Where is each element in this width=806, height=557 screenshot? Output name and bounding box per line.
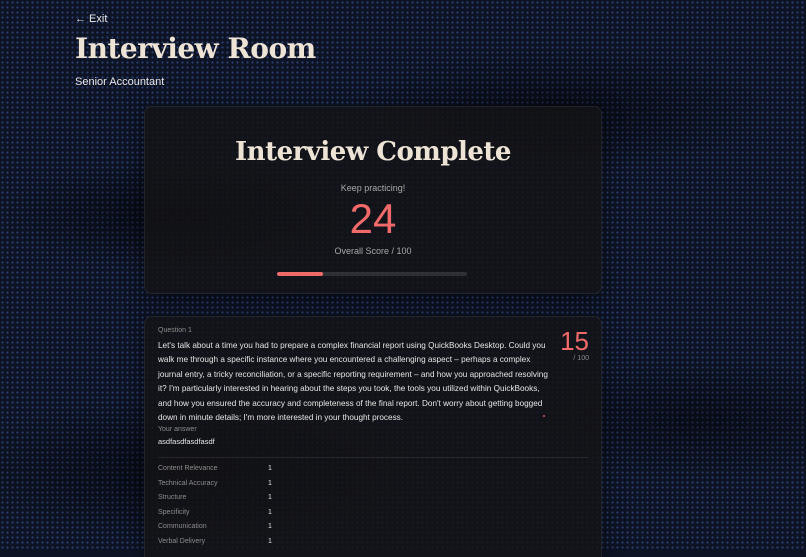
role-subtitle: Senior Accountant [75, 76, 165, 88]
answer-text: asdfasdfasdfasdf [158, 437, 215, 446]
question-result-card: Question 1 Let's talk about a time you h… [144, 316, 602, 557]
completion-heading: Interview Complete [235, 137, 511, 167]
metric-name: Communication [158, 523, 207, 530]
exit-link[interactable]: ← Exit [75, 13, 107, 25]
score-summary-card: Interview Complete Keep practicing! 24 O… [144, 106, 602, 294]
metric-name: Content Relevance [158, 465, 218, 472]
question-score-max: / 100 [573, 355, 589, 362]
mouse-cursor-dot [543, 415, 545, 417]
feedback-message: Keep practicing! [340, 183, 406, 193]
metric-value: 1 [268, 465, 272, 472]
score-progress-fill [277, 272, 323, 276]
metric-name: Technical Accuracy [158, 479, 218, 487]
metric-value: 1 [268, 479, 272, 487]
divider [158, 457, 588, 458]
metric-value: 1 [268, 508, 272, 516]
question-score: 15 / 100 [560, 327, 589, 362]
metric-name: Verbal Delivery [158, 537, 206, 545]
question-score-value: 15 [560, 326, 589, 356]
page-title: Interview Room [75, 32, 316, 65]
metric-name: Specificity [158, 508, 190, 516]
overall-score-label: Overall Score / 100 [334, 246, 412, 256]
metric-value: 1 [268, 494, 272, 501]
metric-value: 1 [268, 537, 272, 545]
answer-label: Your answer [158, 426, 197, 433]
overall-score: 24 [349, 195, 397, 242]
metric-name: Structure [158, 494, 187, 501]
question-text: Let's talk about a time you had to prepa… [158, 341, 548, 423]
question-label: Question 1 [158, 327, 192, 334]
score-progress-bar [277, 272, 467, 276]
metric-value: 1 [268, 523, 272, 530]
